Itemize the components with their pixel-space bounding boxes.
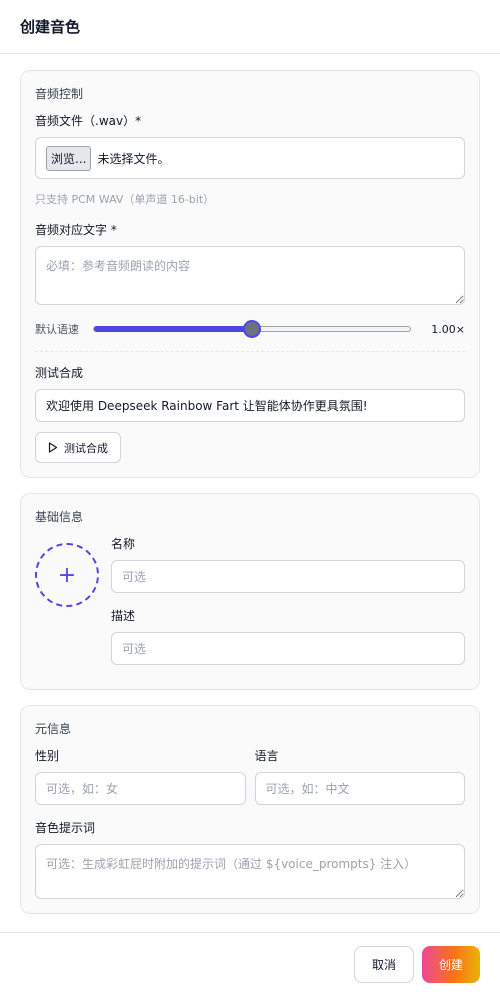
- basic-section-title: 基础信息: [35, 510, 84, 524]
- audio-file-input[interactable]: 浏览... 未选择文件。: [35, 137, 465, 179]
- description-input[interactable]: [111, 632, 465, 665]
- meta-row: 性别 语言: [35, 747, 465, 805]
- dialog-content: 音频控制 音频文件（.wav）* 浏览... 未选择文件。 只支持 PCM WA…: [0, 54, 500, 932]
- audio-control-card: 音频控制 音频文件（.wav）* 浏览... 未选择文件。 只支持 PCM WA…: [20, 70, 480, 478]
- language-input[interactable]: [254, 772, 465, 805]
- language-label: 语言: [254, 749, 279, 763]
- section-divider: [35, 351, 465, 352]
- browse-button[interactable]: 浏览...: [46, 145, 92, 171]
- name-input[interactable]: [111, 560, 465, 593]
- audio-text-input[interactable]: [35, 246, 465, 305]
- audio-file-label: 音频文件（.wav）*: [35, 114, 142, 128]
- speed-slider-fill: [94, 326, 252, 332]
- description-label: 描述: [111, 609, 136, 623]
- file-status: 未选择文件。: [97, 151, 170, 166]
- cancel-button[interactable]: 取消: [354, 945, 414, 983]
- language-field: 语言: [254, 747, 465, 805]
- avatar-upload[interactable]: +: [35, 543, 99, 607]
- gender-input[interactable]: [35, 772, 246, 805]
- speed-value: 1.00×: [431, 322, 465, 336]
- meta-info-card: 元信息 性别 语言 音色提示词: [20, 705, 480, 914]
- audio-section-title: 音频控制: [35, 87, 84, 101]
- audio-text-label: 音频对应文字 *: [35, 223, 117, 237]
- plus-icon: +: [57, 562, 77, 588]
- test-text-input[interactable]: [35, 389, 465, 422]
- test-synthesis-label: 测试合成: [35, 366, 84, 380]
- voice-prompt-input[interactable]: [35, 844, 465, 899]
- file-hint: 只支持 PCM WAV（单声道 16-bit）: [35, 193, 215, 206]
- play-icon: [48, 442, 58, 453]
- dialog-header: 创建音色: [0, 0, 500, 54]
- test-synthesis-button-label: 测试合成: [64, 441, 108, 455]
- speed-slider[interactable]: [93, 320, 411, 338]
- gender-field: 性别: [35, 747, 246, 805]
- test-synthesis-button[interactable]: 测试合成: [35, 432, 121, 463]
- name-label: 名称: [111, 537, 136, 551]
- meta-section-title: 元信息: [35, 722, 72, 736]
- dialog-footer: 取消 创建: [0, 932, 500, 995]
- speed-slider-row: 默认语速 1.00×: [35, 319, 465, 339]
- basic-info-card: 基础信息 + 名称 描述: [20, 493, 480, 690]
- basic-fields: 名称 描述: [111, 535, 465, 665]
- speed-slider-thumb[interactable]: [243, 320, 261, 338]
- voice-prompt-label: 音色提示词: [35, 821, 96, 835]
- dialog-title: 创建音色: [20, 18, 81, 36]
- gender-label: 性别: [35, 749, 60, 763]
- basic-info-row: + 名称 描述: [35, 535, 465, 665]
- create-button[interactable]: 创建: [422, 945, 480, 983]
- speed-label: 默认语速: [35, 323, 79, 336]
